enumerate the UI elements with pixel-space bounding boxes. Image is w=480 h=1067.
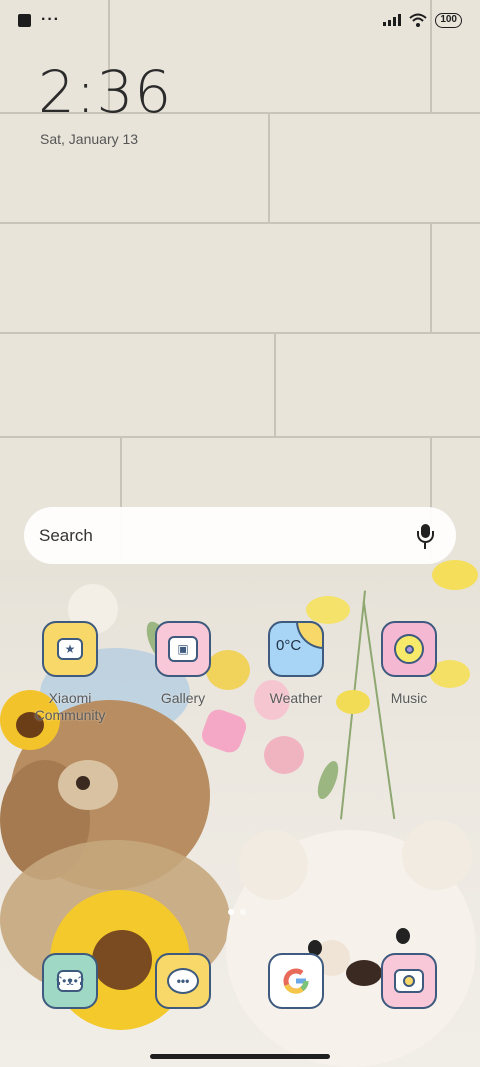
app-weather[interactable]: 0°C Weather bbox=[251, 621, 341, 707]
camera-icon bbox=[381, 953, 437, 1009]
page-indicator bbox=[228, 909, 246, 915]
app-label: Community bbox=[34, 707, 106, 723]
home-gesture-bar[interactable] bbox=[150, 1054, 330, 1059]
clock-date[interactable]: Sat, January 13 bbox=[40, 131, 138, 147]
message-bubble-icon: ••• bbox=[155, 953, 211, 1009]
page-dot bbox=[240, 909, 246, 915]
app-gallery[interactable]: ▣ Gallery bbox=[138, 621, 228, 707]
app-music[interactable]: Music bbox=[364, 621, 454, 707]
microphone-icon[interactable] bbox=[416, 522, 434, 550]
signal-bars-icon bbox=[383, 14, 402, 26]
dock-google[interactable] bbox=[251, 953, 341, 1009]
weather-sun-icon: 0°C bbox=[268, 621, 324, 677]
weather-temperature: 0°C bbox=[276, 637, 302, 654]
search-bar[interactable]: Search bbox=[24, 507, 456, 564]
app-label: Xiaomi bbox=[48, 690, 92, 706]
status-bar: ··· 100 bbox=[0, 0, 480, 40]
music-disc-icon bbox=[381, 621, 437, 677]
google-g-icon bbox=[268, 953, 324, 1009]
battery-indicator: 100 bbox=[435, 12, 462, 28]
gallery-photo-icon: ▣ bbox=[155, 621, 211, 677]
dock-messages[interactable]: ••• bbox=[138, 953, 228, 1009]
clock-time[interactable]: 2:36 bbox=[38, 58, 172, 126]
app-xiaomi-community[interactable]: ★ Xiaomi Community bbox=[25, 621, 115, 724]
more-dots-icon: ··· bbox=[41, 11, 60, 28]
bear-phone-icon: ʕ•ᴥ•ʔ bbox=[42, 953, 98, 1009]
dock-phone[interactable]: ʕ•ᴥ•ʔ bbox=[25, 953, 115, 1009]
page-dot bbox=[228, 909, 234, 915]
search-placeholder: Search bbox=[39, 525, 93, 545]
app-label: Music bbox=[390, 690, 428, 706]
app-notification-icon bbox=[18, 13, 31, 27]
app-label: Gallery bbox=[160, 690, 206, 706]
dock-camera[interactable] bbox=[364, 953, 454, 1009]
wifi-icon bbox=[409, 13, 427, 27]
bear-badge-icon: ★ bbox=[42, 621, 98, 677]
app-label: Weather bbox=[269, 690, 323, 706]
